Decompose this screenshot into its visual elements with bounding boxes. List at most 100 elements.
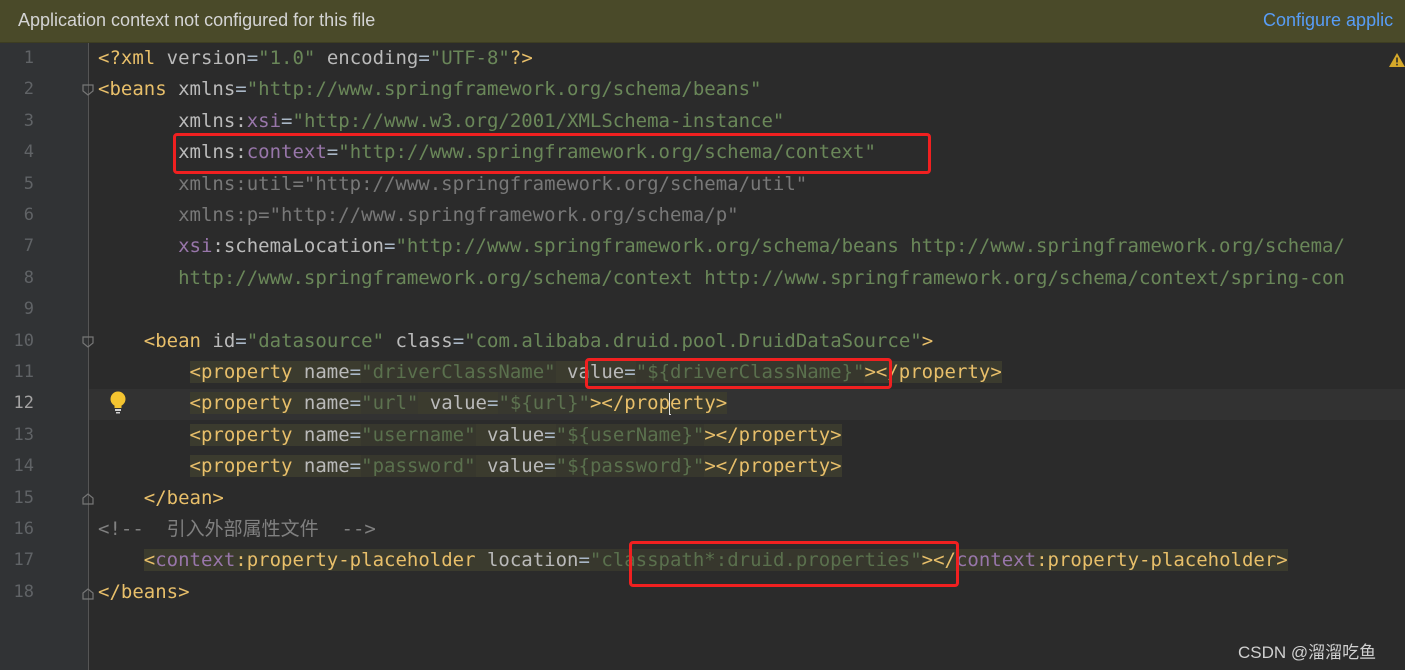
code-token: "datasource"	[246, 329, 385, 352]
fold-marker-icon[interactable]	[82, 493, 94, 505]
code-token: <property	[189, 423, 293, 446]
line-number: 9	[23, 299, 34, 320]
code-token: location	[475, 549, 579, 572]
code-token: id	[212, 329, 236, 352]
code-token: name	[292, 455, 350, 478]
line-number: 14	[13, 456, 34, 477]
code-token	[475, 455, 487, 478]
line-number: 2	[23, 79, 34, 100]
code-token: xmlns:p="http://www.springframework.org/…	[178, 204, 739, 226]
code-line[interactable]: 15 </bean>	[0, 483, 1405, 514]
code-text: <?xml version="1.0" encoding="UTF-8"?>	[98, 43, 533, 74]
code-token: <bean	[143, 329, 213, 352]
code-token	[418, 392, 430, 415]
code-text: http://www.springframework.org/schema/co…	[98, 263, 1345, 294]
code-token: "${password}"	[555, 455, 705, 478]
code-line[interactable]: 2 <beans xmlns="http://www.springframewor…	[0, 74, 1405, 105]
code-token: context	[955, 549, 1037, 572]
warning-triangle-icon[interactable]	[1388, 52, 1405, 68]
code-line[interactable]: 8 http://www.springframework.org/schema/…	[0, 263, 1405, 294]
code-token: =	[452, 329, 465, 352]
line-number: 16	[13, 519, 34, 539]
code-token: =	[384, 235, 396, 258]
code-token: <property	[189, 361, 293, 383]
annotation-box-context-namespace	[173, 133, 931, 174]
code-token: <property	[189, 392, 293, 415]
fold-marker-icon[interactable]	[82, 588, 94, 600]
line-number: 11	[13, 362, 34, 382]
code-line[interactable]: 9	[0, 294, 1405, 325]
fold-marker-icon[interactable]	[82, 84, 94, 96]
code-token: =	[544, 423, 556, 446]
code-token: "driverClassName"	[361, 361, 556, 383]
line-number: 1	[23, 48, 34, 68]
code-text: </bean>	[98, 483, 224, 514]
code-text: xmlns:p="http://www.springframework.org/…	[98, 200, 739, 231]
line-number: 8	[23, 267, 34, 288]
code-text: <property name="url" value="${url}"></pr…	[98, 388, 728, 419]
code-text: <!-- 引入外部属性文件 -->	[98, 514, 376, 545]
code-token: =	[349, 392, 362, 415]
annotation-box-value-attribute	[585, 358, 892, 389]
code-token: erty>	[670, 392, 728, 415]
code-line[interactable]: 6 xmlns:p="http://www.springframework.or…	[0, 200, 1405, 231]
code-token: name	[292, 392, 350, 415]
code-token: "com.alibaba.druid.pool.DruidDataSource"	[464, 329, 922, 352]
code-token: <?xml	[98, 47, 167, 69]
code-token	[555, 361, 568, 383]
code-token: "UTF-8"	[429, 47, 510, 69]
line-number: 17	[13, 550, 34, 571]
code-line[interactable]: 14 <property name="password" value="${pa…	[0, 451, 1405, 482]
line-number: 12	[13, 393, 34, 414]
code-token: =	[418, 47, 430, 69]
configure-application-context-link[interactable]: Configure applic	[1263, 10, 1393, 31]
line-number: 5	[23, 173, 34, 194]
code-token: "username"	[361, 423, 476, 446]
code-token: <beans	[98, 78, 179, 101]
code-token: :property-placeholder>	[1036, 549, 1288, 572]
code-token: "${url}"	[498, 392, 590, 415]
line-number: 18	[13, 581, 34, 602]
line-number: 6	[23, 205, 34, 225]
code-token: =	[349, 361, 362, 383]
line-number: 4	[23, 142, 34, 163]
code-text: </beans>	[98, 577, 190, 608]
code-token: xmlns	[178, 78, 236, 101]
code-token: xmlns:util="http://www.springframework.o…	[178, 172, 808, 195]
line-number: 7	[23, 236, 34, 257]
code-token: =	[349, 455, 362, 478]
code-token: "http://www.w3.org/2001/XMLSchema-instan…	[292, 109, 785, 132]
code-line[interactable]: 1 <?xml version="1.0" encoding="UTF-8"?>	[0, 43, 1405, 74]
line-number: 10	[13, 330, 34, 351]
line-number: 15	[13, 487, 34, 508]
code-token	[475, 423, 487, 446]
code-token: name	[292, 361, 350, 383]
code-token: xsi	[178, 235, 213, 258]
code-token: "password"	[361, 455, 476, 478]
code-token: :property-placeholder	[235, 549, 476, 572]
code-token: http://www.springframework.org/schema/co…	[178, 266, 1345, 289]
lightbulb-icon[interactable]	[108, 390, 128, 414]
code-line[interactable]: 7 xsi:schemaLocation="http://www.springf…	[0, 231, 1405, 262]
code-line[interactable]: 10 <bean id="datasource" class="com.alib…	[0, 326, 1405, 357]
code-token: =	[349, 423, 362, 446]
code-line[interactable]: 12 <property name="url" value="${url}"><…	[0, 388, 1405, 419]
code-token: xmlns:	[178, 109, 247, 132]
code-token: =	[235, 78, 247, 101]
line-number: 3	[23, 110, 34, 131]
fold-marker-icon[interactable]	[82, 336, 94, 348]
code-token: </bean>	[143, 486, 224, 509]
code-token: =	[486, 392, 499, 415]
code-text: xsi:schemaLocation="http://www.springfra…	[98, 231, 1345, 262]
code-line[interactable]: 13 <property name="username" value="${us…	[0, 420, 1405, 451]
